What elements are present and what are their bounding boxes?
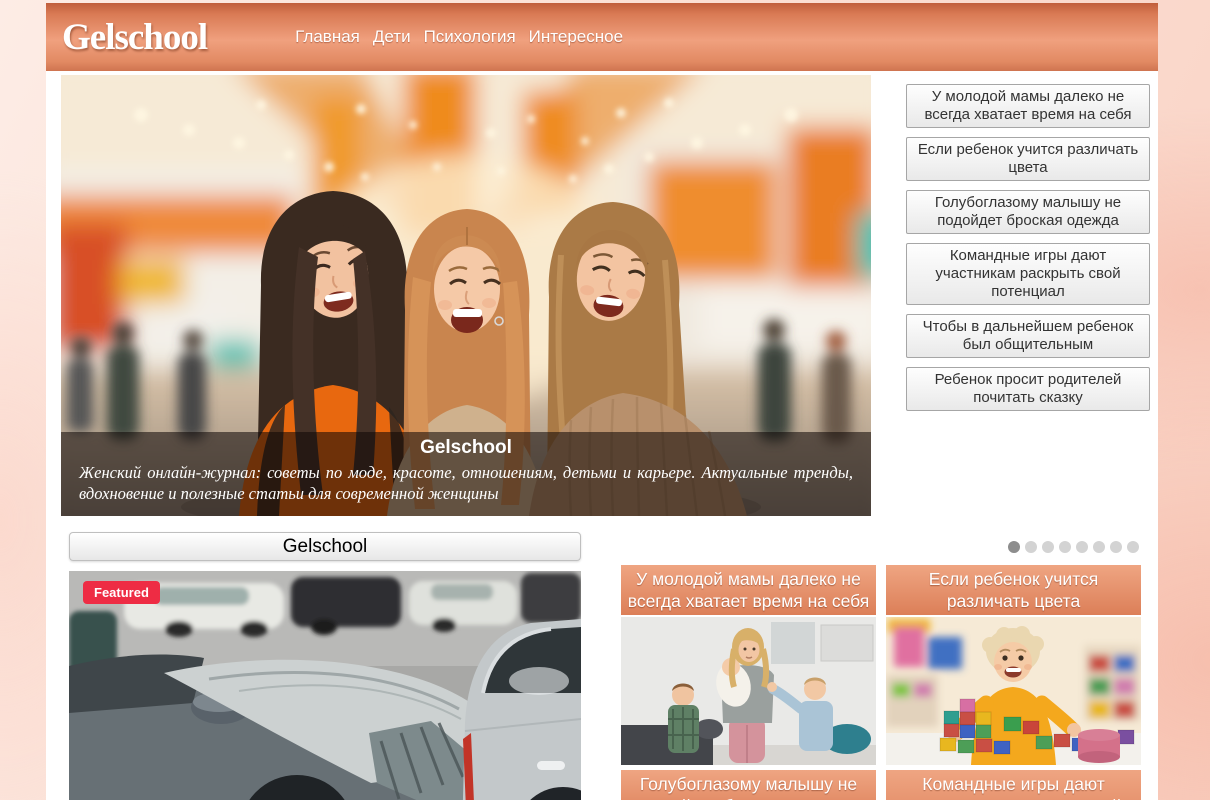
nav-item-psychology[interactable]: Психология [424,23,516,51]
sidebar-item-young-mom[interactable]: У молодой мамы далеко не всегда хватает … [906,84,1150,128]
pagination-dot[interactable] [1025,541,1037,553]
nav-item-children[interactable]: Дети [373,23,411,51]
carousel-pagination [621,541,1139,553]
pagination-dot[interactable] [1110,541,1122,553]
sidebar-item-blue-eyed[interactable]: Голубоглазому малышу не подойдет броская… [906,190,1150,234]
sidebar-item-fairytale[interactable]: Ребенок просит родителей почитать сказку [906,367,1150,411]
section-title-bar: Gelschool [69,532,581,561]
featured-image-car-crash [69,571,581,800]
sidebar: У молодой мамы далеко не всегда хватает … [906,75,1150,516]
pagination-dot[interactable] [1059,541,1071,553]
pagination-dot[interactable] [1076,541,1088,553]
site-header: Gelschool Главная Дети Психология Интере… [46,3,1158,71]
article-card-title[interactable]: У молодой мамы далеко не всегда хватает … [621,565,876,615]
pagination-dot[interactable] [1093,541,1105,553]
content-area: Gelschool Женский онлайн-журнал: советы … [46,71,1158,800]
hero-caption: Gelschool Женский онлайн-журнал: советы … [61,432,871,516]
featured-article-card[interactable]: Featured [69,571,581,800]
pagination-dot[interactable] [1008,541,1020,553]
article-image-toddler-blocks[interactable] [886,617,1141,765]
article-card[interactable]: У молодой мамы далеко не всегда хватает … [621,565,876,765]
article-card[interactable]: Голубоглазому малышу не подойдет броская… [621,770,876,800]
hero-banner: Gelschool Женский онлайн-журнал: советы … [61,75,871,516]
article-card-title[interactable]: Командные игры дают участникам раскрыть … [886,770,1141,800]
site-container: Gelschool Главная Дети Психология Интере… [46,3,1158,800]
article-image-mom-with-kids[interactable] [621,617,876,765]
nav-item-home[interactable]: Главная [295,23,360,51]
pagination-dot[interactable] [1127,541,1139,553]
article-card-title[interactable]: Если ребенок учится различать цвета [886,565,1141,615]
main-nav: Главная Дети Психология Интересное [295,23,623,51]
pagination-dot[interactable] [1042,541,1054,553]
featured-badge: Featured [83,581,160,604]
article-card-title[interactable]: Голубоглазому малышу не подойдет броская… [621,770,876,800]
hero-description: Женский онлайн-журнал: советы по моде, к… [79,462,853,504]
sidebar-item-team-games[interactable]: Командные игры дают участникам раскрыть … [906,243,1150,305]
article-card[interactable]: Если ребенок учится различать цвета [886,565,1141,765]
sidebar-item-colors[interactable]: Если ребенок учится различать цвета [906,137,1150,181]
site-logo[interactable]: Gelschool [62,16,207,59]
article-card[interactable]: Командные игры дают участникам раскрыть … [886,770,1141,800]
sidebar-item-sociable[interactable]: Чтобы в дальнейшем ребенок был общительн… [906,314,1150,358]
hero-title: Gelschool [79,437,853,459]
nav-item-interesting[interactable]: Интересное [529,23,623,51]
